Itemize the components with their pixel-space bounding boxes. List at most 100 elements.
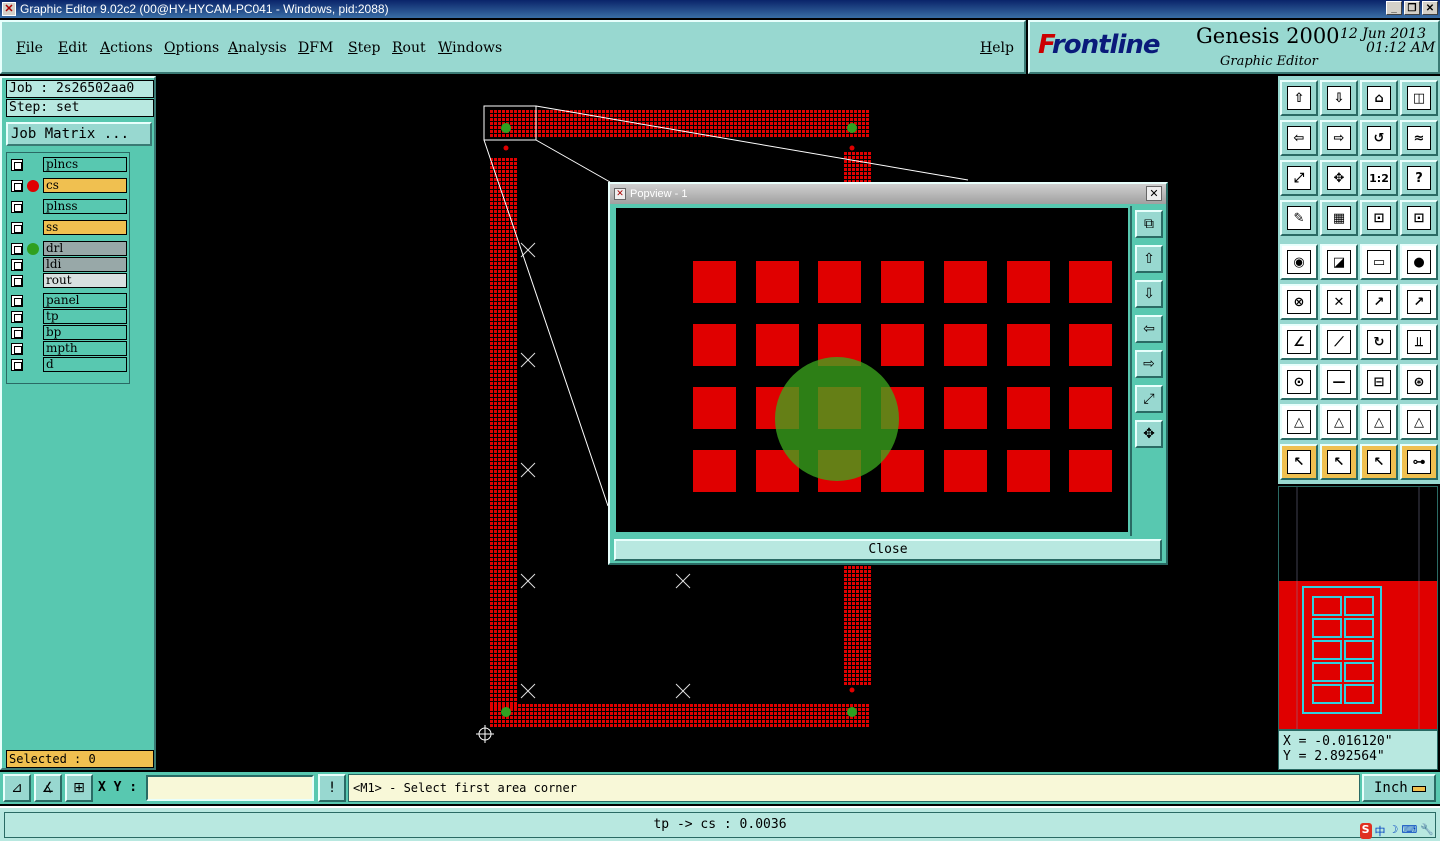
menu-windows[interactable]: Windows [438,40,502,56]
pan-down-icon[interactable]: ⇩ [1320,80,1358,116]
popview-close-x[interactable]: ✕ [1146,186,1162,201]
layer-row-panel[interactable]: panel [9,293,127,308]
ruler-icon[interactable]: ▭ [1360,244,1398,280]
segment-icon[interactable]: — [1320,364,1358,400]
layer-checkbox[interactable] [11,326,23,339]
layer-name[interactable]: plncs [43,157,127,172]
layer-checkbox[interactable] [11,358,23,371]
grid-icon[interactable]: ▦ [1320,200,1358,236]
layer-row-plnss[interactable]: plnss [9,199,127,214]
layer-checkbox[interactable] [11,221,23,234]
measure-icon[interactable]: ∡ [34,774,62,802]
zoom-center-icon[interactable]: ✥ [1320,160,1358,196]
layer-name[interactable]: plnss [43,199,127,214]
snap-icon[interactable]: ⊙ [1280,364,1318,400]
keyboard-icon[interactable]: ⌨ [1401,823,1417,839]
menu-actions[interactable]: Actions [100,40,153,56]
wave-icon[interactable]: ≈ [1400,120,1438,156]
tri-d-icon[interactable]: △ [1400,404,1438,440]
tri-a-icon[interactable]: △ [1280,404,1318,440]
layers-a-icon[interactable]: ⊡ [1360,200,1398,236]
layer-name[interactable]: ss [43,220,127,235]
pan-right-icon[interactable]: ⇨ [1320,120,1358,156]
unit-selector[interactable]: Inch [1362,774,1436,802]
layer-name[interactable]: panel [43,293,127,308]
snap-icon[interactable]: ⊿ [3,774,31,802]
popview-close-button[interactable]: Close [614,539,1162,561]
xy-input[interactable] [146,775,314,801]
restore-button[interactable]: ❐ [1404,1,1420,15]
layer-name[interactable]: tp [43,309,127,324]
layer-row-d[interactable]: d [9,357,127,372]
job-matrix-button[interactable]: Job Matrix ... [6,122,152,146]
cross-icon[interactable]: ✕ [1320,284,1358,320]
layer-checkbox[interactable] [11,274,23,287]
route-icon[interactable]: ⊶ [1400,444,1438,480]
help-icon[interactable]: ? [1400,160,1438,196]
popview-zoom-out-icon[interactable]: ⤢ [1135,385,1163,413]
pad-icon[interactable]: ◉ [1280,244,1318,280]
gear-icon[interactable]: ⊛ [1400,364,1438,400]
rotate-icon[interactable]: ↻ [1360,324,1398,360]
alert-icon[interactable]: ! [318,774,346,802]
menu-analysis[interactable]: Analysis [228,40,287,56]
menu-options[interactable]: Options [164,40,219,56]
popview-pan-left-icon[interactable]: ⇦ [1135,315,1163,343]
layer-name[interactable]: rout [43,273,127,288]
popview-canvas[interactable] [616,208,1128,532]
zoom-fit-icon[interactable]: ⤢ [1280,160,1318,196]
layer-row-mpth[interactable]: mpth [9,341,127,356]
wrench-icon[interactable]: 🔧 [1420,823,1434,839]
line-add-icon[interactable]: ↗ [1360,284,1398,320]
layer-name[interactable]: d [43,357,127,372]
layer-checkbox[interactable] [11,200,23,213]
layer-row-rout[interactable]: rout [9,273,127,288]
tri-c-icon[interactable]: △ [1360,404,1398,440]
undo-icon[interactable]: ↺ [1360,120,1398,156]
grid-icon[interactable]: ⊞ [65,774,93,802]
layer-name[interactable]: mpth [43,341,127,356]
layer-row-plncs[interactable]: plncs [9,157,127,172]
layout-icon[interactable]: ◫ [1400,80,1438,116]
menu-rout[interactable]: Rout [392,40,426,56]
layer-name[interactable]: bp [43,325,127,340]
slash-icon[interactable]: ⟋ [1320,324,1358,360]
popview-zoom-in-icon[interactable]: ✥ [1135,420,1163,448]
select-alt-icon[interactable]: ↖ [1360,444,1398,480]
layer-name[interactable]: cs [43,178,127,193]
polygon-icon[interactable]: ◪ [1320,244,1358,280]
ime-s-icon[interactable]: S [1359,823,1372,839]
layer-name[interactable]: drl [43,241,127,256]
menu-step[interactable]: Step [348,40,380,56]
node-icon[interactable]: ⊗ [1280,284,1318,320]
menu-edit[interactable]: Edit [58,40,87,56]
layer-checkbox[interactable] [11,294,23,307]
layer-row-drl[interactable]: drl [9,241,127,256]
layer-row-cs[interactable]: cs [9,178,127,193]
close-window-button[interactable]: ✕ [1422,1,1438,15]
layer-row-ss[interactable]: ss [9,220,127,235]
layer-row-tp[interactable]: tp [9,309,127,324]
layer-checkbox[interactable] [11,158,23,171]
dimension-icon[interactable]: ⊟ [1360,364,1398,400]
menu-help[interactable]: Help [980,40,1014,56]
menu-dfm[interactable]: DFM [298,40,333,56]
popview-zoom-window-icon[interactable]: ⧉ [1135,210,1163,238]
menu-file[interactable]: File [16,40,43,56]
overview-map[interactable] [1278,486,1438,730]
layer-checkbox[interactable] [11,342,23,355]
circle-icon[interactable]: ● [1400,244,1438,280]
pan-up-icon[interactable]: ⇧ [1280,80,1318,116]
pan-left-icon[interactable]: ⇦ [1280,120,1318,156]
home-icon[interactable]: ⌂ [1360,80,1398,116]
layer-checkbox[interactable] [11,242,23,255]
edit-icon[interactable]: ✎ [1280,200,1318,236]
layer-checkbox[interactable] [11,258,23,271]
popview-pan-up-icon[interactable]: ⇧ [1135,245,1163,273]
layers-b-icon[interactable]: ⊡ [1400,200,1438,236]
select-icon[interactable]: ↖ [1280,444,1318,480]
popview-pan-down-icon[interactable]: ⇩ [1135,280,1163,308]
line-move-icon[interactable]: ↗ [1400,284,1438,320]
layer-checkbox[interactable] [11,179,23,192]
angle-icon[interactable]: ∠ [1280,324,1318,360]
